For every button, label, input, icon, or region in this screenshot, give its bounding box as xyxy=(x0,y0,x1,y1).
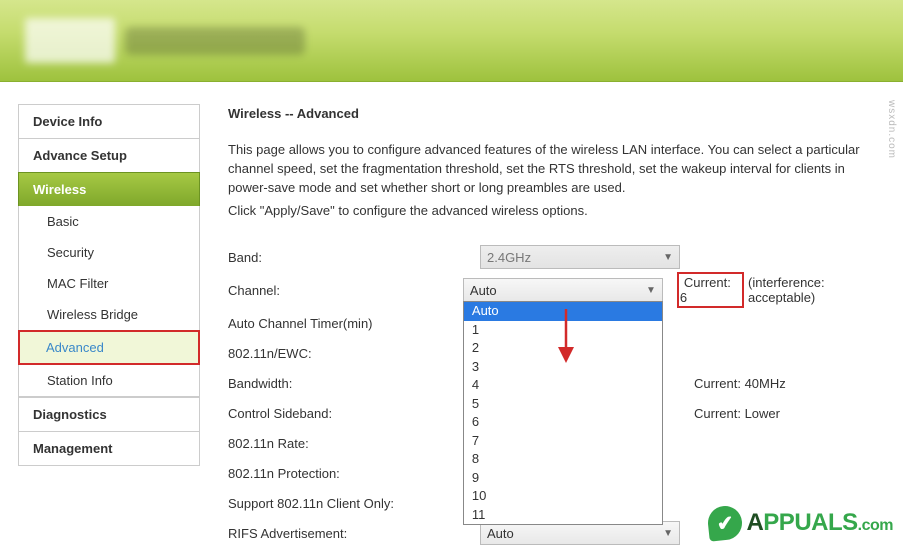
channel-option[interactable]: 4 xyxy=(464,376,662,395)
page-description-2: Click "Apply/Save" to configure the adva… xyxy=(228,202,885,221)
sidebar-item-device-info[interactable]: Device Info xyxy=(18,104,200,138)
watermark-brand: APPUALS.com xyxy=(746,509,893,537)
channel-option[interactable]: 9 xyxy=(464,469,662,488)
sidebar-subitem-station-info[interactable]: Station Info xyxy=(18,365,200,397)
sidebar-subitem-security[interactable]: Security xyxy=(18,237,200,268)
chevron-down-icon: ▼ xyxy=(663,252,673,263)
bandwidth-current: Current: 40MHz xyxy=(680,376,786,391)
attribution-text: wsxdn.com xyxy=(886,100,897,159)
channel-option[interactable]: Auto xyxy=(464,302,662,321)
channel-option[interactable]: 7 xyxy=(464,432,662,451)
channel-select[interactable]: Auto ▼ xyxy=(463,278,663,302)
channel-option[interactable]: 1 xyxy=(464,321,662,340)
check-icon: ✔ xyxy=(707,504,744,541)
channel-option[interactable]: 6 xyxy=(464,413,662,432)
client-only-label: Support 802.11n Client Only: xyxy=(228,496,480,511)
channel-option[interactable]: 8 xyxy=(464,450,662,469)
watermark: ✔ APPUALS.com xyxy=(708,506,893,540)
sideband-label: Control Sideband: xyxy=(228,406,480,421)
sidebar-item-wireless[interactable]: Wireless xyxy=(18,172,200,206)
band-select: 2.4GHz ▼ xyxy=(480,245,680,269)
sidebar-item-diagnostics[interactable]: Diagnostics xyxy=(18,397,200,431)
sidebar: Device Info Advance Setup Wireless Basic… xyxy=(0,82,200,548)
header-banner xyxy=(0,0,903,82)
content-area: Wireless -- Advanced This page allows yo… xyxy=(200,82,903,548)
ewc-label: 802.11n/EWC: xyxy=(228,346,480,361)
sidebar-subitem-basic[interactable]: Basic xyxy=(18,206,200,237)
row-channel: Channel: Auto ▼ Auto1234567891011 Curren… xyxy=(228,272,885,308)
sidebar-subitem-mac-filter[interactable]: MAC Filter xyxy=(18,268,200,299)
page-title-suffix: Advanced xyxy=(297,106,359,121)
channel-dropdown[interactable]: Auto1234567891011 xyxy=(463,301,663,525)
sidebar-item-management[interactable]: Management xyxy=(18,431,200,466)
channel-option[interactable]: 10 xyxy=(464,487,662,506)
sidebar-subitem-wireless-bridge[interactable]: Wireless Bridge xyxy=(18,299,200,330)
auto-timer-label: Auto Channel Timer(min) xyxy=(228,316,480,331)
channel-option[interactable]: 3 xyxy=(464,358,662,377)
channel-option[interactable]: 2 xyxy=(464,339,662,358)
sidebar-subitem-advanced[interactable]: Advanced xyxy=(18,330,200,365)
bandwidth-label: Bandwidth: xyxy=(228,376,480,391)
channel-interference: (interference: acceptable) xyxy=(748,275,885,305)
rifs-label: RIFS Advertisement: xyxy=(228,526,480,541)
sideband-current: Current: Lower xyxy=(680,406,780,421)
row-band: Band: 2.4GHz ▼ xyxy=(228,242,885,272)
band-label: Band: xyxy=(228,250,480,265)
channel-option[interactable]: 5 xyxy=(464,395,662,414)
channel-label: Channel: xyxy=(228,283,463,298)
chevron-down-icon: ▼ xyxy=(646,285,656,296)
channel-option[interactable]: 11 xyxy=(464,506,662,525)
page-description-1: This page allows you to configure advanc… xyxy=(228,141,885,198)
rate-label: 802.11n Rate: xyxy=(228,436,480,451)
channel-current-badge: Current: 6 xyxy=(677,272,744,308)
sidebar-item-advance-setup[interactable]: Advance Setup xyxy=(18,138,200,172)
protection-label: 802.11n Protection: xyxy=(228,466,480,481)
brand-logo xyxy=(25,18,305,63)
main-layout: Device Info Advance Setup Wireless Basic… xyxy=(0,82,903,548)
settings-form: Band: 2.4GHz ▼ Channel: Auto ▼ Auto12345… xyxy=(228,242,885,548)
page-title: Wireless -- Advanced xyxy=(228,106,885,121)
page-title-prefix: Wireless xyxy=(228,106,281,121)
chevron-down-icon: ▼ xyxy=(663,528,673,539)
